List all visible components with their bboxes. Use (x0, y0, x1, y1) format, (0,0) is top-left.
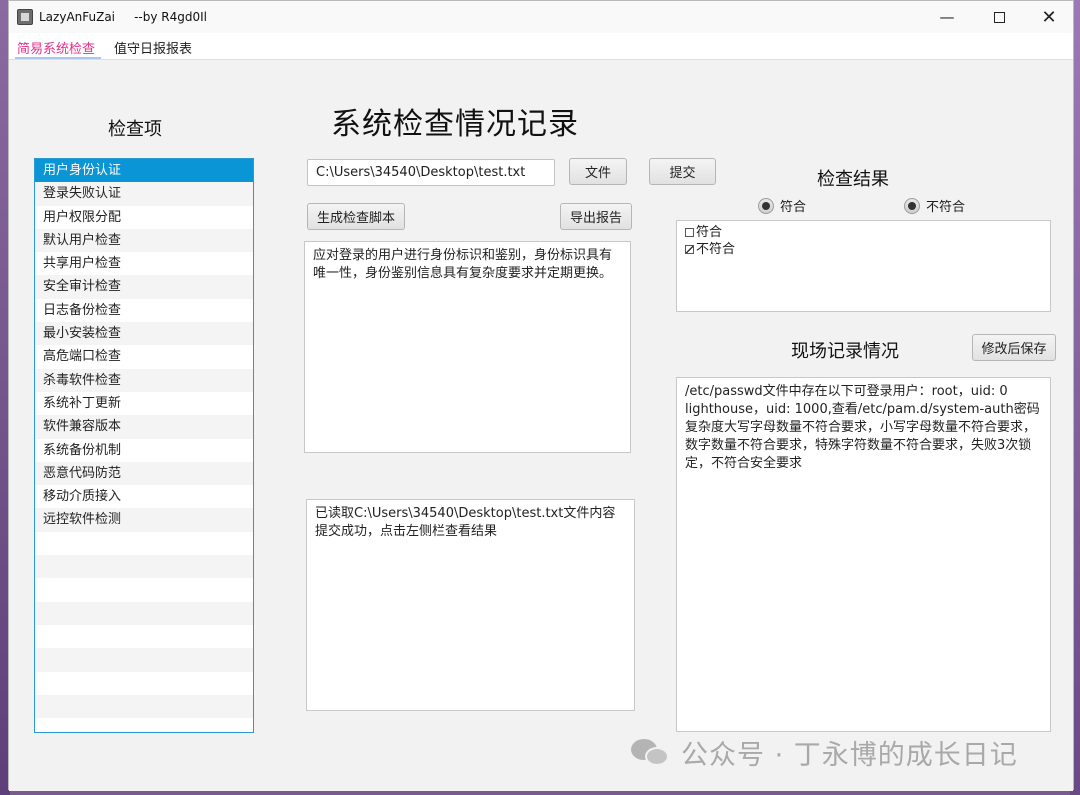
empty-list-row (35, 672, 253, 695)
check-item[interactable]: 远控软件检测 (35, 508, 253, 532)
check-items-list: 用户身份认证 登录失败认证 用户权限分配 默认用户检查 共享用户检查 安全审计检查 日志备份… (34, 158, 254, 733)
result-option-nonconform-label: 不符合 (696, 242, 736, 257)
check-result-heading: 检查结果 (817, 169, 889, 190)
app-icon (17, 9, 33, 25)
empty-list-row (35, 601, 253, 625)
file-button[interactable]: 文件 (569, 158, 627, 185)
check-item[interactable]: 移动介质接入 (35, 485, 253, 508)
check-item[interactable]: 最小安装检查 (35, 322, 253, 346)
app-window: LazyAnFuZai --by R4gd0Il — ✕ 简易系统检查 值守日报… (8, 0, 1074, 791)
empty-list-row (35, 555, 253, 579)
radio-nonconform[interactable]: 不符合 (904, 196, 965, 215)
check-item[interactable]: 杀毒软件检查 (35, 368, 253, 392)
result-option-conform[interactable]: 符合 (685, 224, 1042, 241)
check-item[interactable]: 系统补丁更新 (35, 392, 253, 415)
check-item[interactable]: 系统备份机制 (35, 439, 253, 462)
title-bar: LazyAnFuZai --by R4gd0Il — ✕ (9, 1, 1073, 33)
file-path-field[interactable]: C:\Users\34540\Desktop\test.txt (307, 159, 555, 186)
check-item[interactable]: 软件兼容版本 (35, 415, 253, 439)
log-textarea[interactable]: 已读取C:\Users\34540\Desktop\test.txt文件内容 提… (306, 499, 635, 711)
empty-list-row (35, 648, 253, 672)
check-item[interactable]: 默认用户检查 (35, 228, 253, 253)
radio-conform-label: 符合 (780, 200, 807, 215)
requirement-textarea[interactable]: 应对登录的用户进行身份标识和鉴别，身份标识具有唯一性，身份鉴别信息具有复杂度要求… (304, 241, 631, 453)
main-content: 检查项 系统检查情况记录 用户身份认证 登录失败认证 用户权限分配 默认用户检查 共享用… (9, 61, 1073, 791)
menu-bar: 简易系统检查 值守日报报表 (9, 33, 1073, 60)
result-option-nonconform[interactable]: 不符合 (685, 241, 1042, 258)
minimize-icon: — (939, 8, 955, 26)
radio-conform-dot (758, 197, 774, 214)
maximize-button[interactable] (975, 1, 1023, 33)
check-item[interactable]: 用户权限分配 (35, 206, 253, 229)
check-item[interactable]: 登录失败认证 (35, 182, 253, 206)
result-box: 符合 不符合 (676, 220, 1051, 312)
maximize-icon (993, 11, 1005, 23)
empty-list-row (35, 625, 253, 648)
radio-nonconform-label: 不符合 (926, 200, 966, 215)
empty-list-row (35, 694, 253, 719)
watermark: 公众号 · 丁永博的成长日记 (631, 733, 1018, 772)
record-textarea[interactable]: /etc/passwd文件中存在以下可登录用户：root，uid: 0 ligh… (676, 377, 1051, 732)
result-option-conform-label: 符合 (696, 225, 723, 240)
empty-list-row (35, 578, 253, 601)
radio-conform[interactable]: 符合 (758, 196, 806, 215)
menu-daily-report[interactable]: 值守日报报表 (114, 38, 192, 57)
close-button[interactable]: ✕ (1025, 1, 1073, 33)
window-title: LazyAnFuZai --by R4gd0Il (39, 10, 207, 24)
submit-button[interactable]: 提交 (649, 158, 716, 185)
check-item[interactable]: 共享用户检查 (35, 252, 253, 275)
wechat-icon (631, 737, 671, 769)
menu-simple-check[interactable]: 简易系统检查 (17, 38, 95, 57)
check-item[interactable]: 恶意代码防范 (35, 461, 253, 486)
check-item[interactable]: 用户身份认证 (35, 159, 253, 183)
radio-nonconform-dot (904, 197, 920, 214)
menu-active-underline (15, 57, 101, 59)
minimize-button[interactable]: — (923, 1, 971, 33)
check-item[interactable]: 高危端口检查 (35, 345, 253, 368)
checkbox-checked-icon (685, 245, 694, 254)
generate-script-button[interactable]: 生成检查脚本 (307, 203, 405, 230)
checkbox-unchecked-icon (685, 228, 694, 237)
close-icon: ✕ (1041, 6, 1057, 28)
record-heading: 现场记录情况 (791, 341, 899, 362)
save-after-edit-button[interactable]: 修改后保存 (972, 334, 1056, 361)
check-items-heading: 检查项 (108, 119, 162, 140)
empty-list-row (35, 532, 253, 555)
export-report-button[interactable]: 导出报告 (560, 203, 632, 230)
check-item[interactable]: 日志备份检查 (35, 299, 253, 322)
watermark-text: 公众号 · 丁永博的成长日记 (681, 740, 1018, 771)
check-item[interactable]: 安全审计检查 (35, 275, 253, 299)
page-title: 系统检查情况记录 (331, 107, 579, 142)
